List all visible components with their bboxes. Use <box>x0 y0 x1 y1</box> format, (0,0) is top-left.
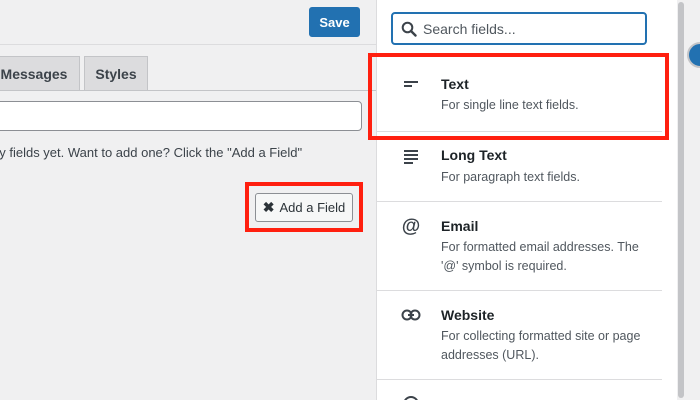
add-field-label: Add a Field <box>279 200 346 215</box>
at-sign-icon: @ <box>401 216 421 237</box>
field-title: Email <box>441 218 479 234</box>
form-name-input[interactable] <box>0 101 362 131</box>
field-description: For single line text fields. <box>441 98 579 112</box>
field-type-email[interactable]: @ Email For formatted email addresses. T… <box>377 202 662 291</box>
tab-messages[interactable]: Messages <box>0 56 80 91</box>
search-input[interactable] <box>423 20 633 37</box>
link-icon <box>401 305 421 325</box>
field-title: Text <box>441 76 469 92</box>
x-icon: ✖ <box>262 199 275 215</box>
field-type-partial[interactable] <box>377 380 662 400</box>
search-icon <box>401 21 417 37</box>
fields-panel: Text For single line text fields. Long T… <box>376 0 677 400</box>
field-type-text[interactable]: Text For single line text fields. <box>377 60 662 132</box>
paragraph-lines-icon <box>401 146 421 166</box>
field-title: Website <box>441 307 495 323</box>
editor-toolbar: Save <box>0 0 376 45</box>
panel-scrollbar-thumb[interactable] <box>678 2 684 398</box>
search-box[interactable] <box>391 12 647 45</box>
field-description: For formatted email addresses. The '@' s… <box>441 240 639 273</box>
radio-icon <box>401 394 421 400</box>
save-button[interactable]: Save <box>309 7 360 37</box>
field-type-website[interactable]: Website For collecting formatted site or… <box>377 291 662 380</box>
tab-divider <box>0 90 376 91</box>
form-editor: Save Messages Styles ny fields yet. Want… <box>0 0 376 400</box>
field-description: For collecting formatted site or page ad… <box>441 329 641 362</box>
field-type-long-text[interactable]: Long Text For paragraph text fields. <box>377 132 662 202</box>
field-title: Long Text <box>441 147 507 163</box>
short-lines-icon <box>401 74 421 94</box>
add-field-button[interactable]: ✖ Add a Field <box>255 193 353 222</box>
tab-styles[interactable]: Styles <box>84 56 148 91</box>
empty-fields-message: ny fields yet. Want to add one? Click th… <box>0 145 303 160</box>
field-description: For paragraph text fields. <box>441 170 580 184</box>
